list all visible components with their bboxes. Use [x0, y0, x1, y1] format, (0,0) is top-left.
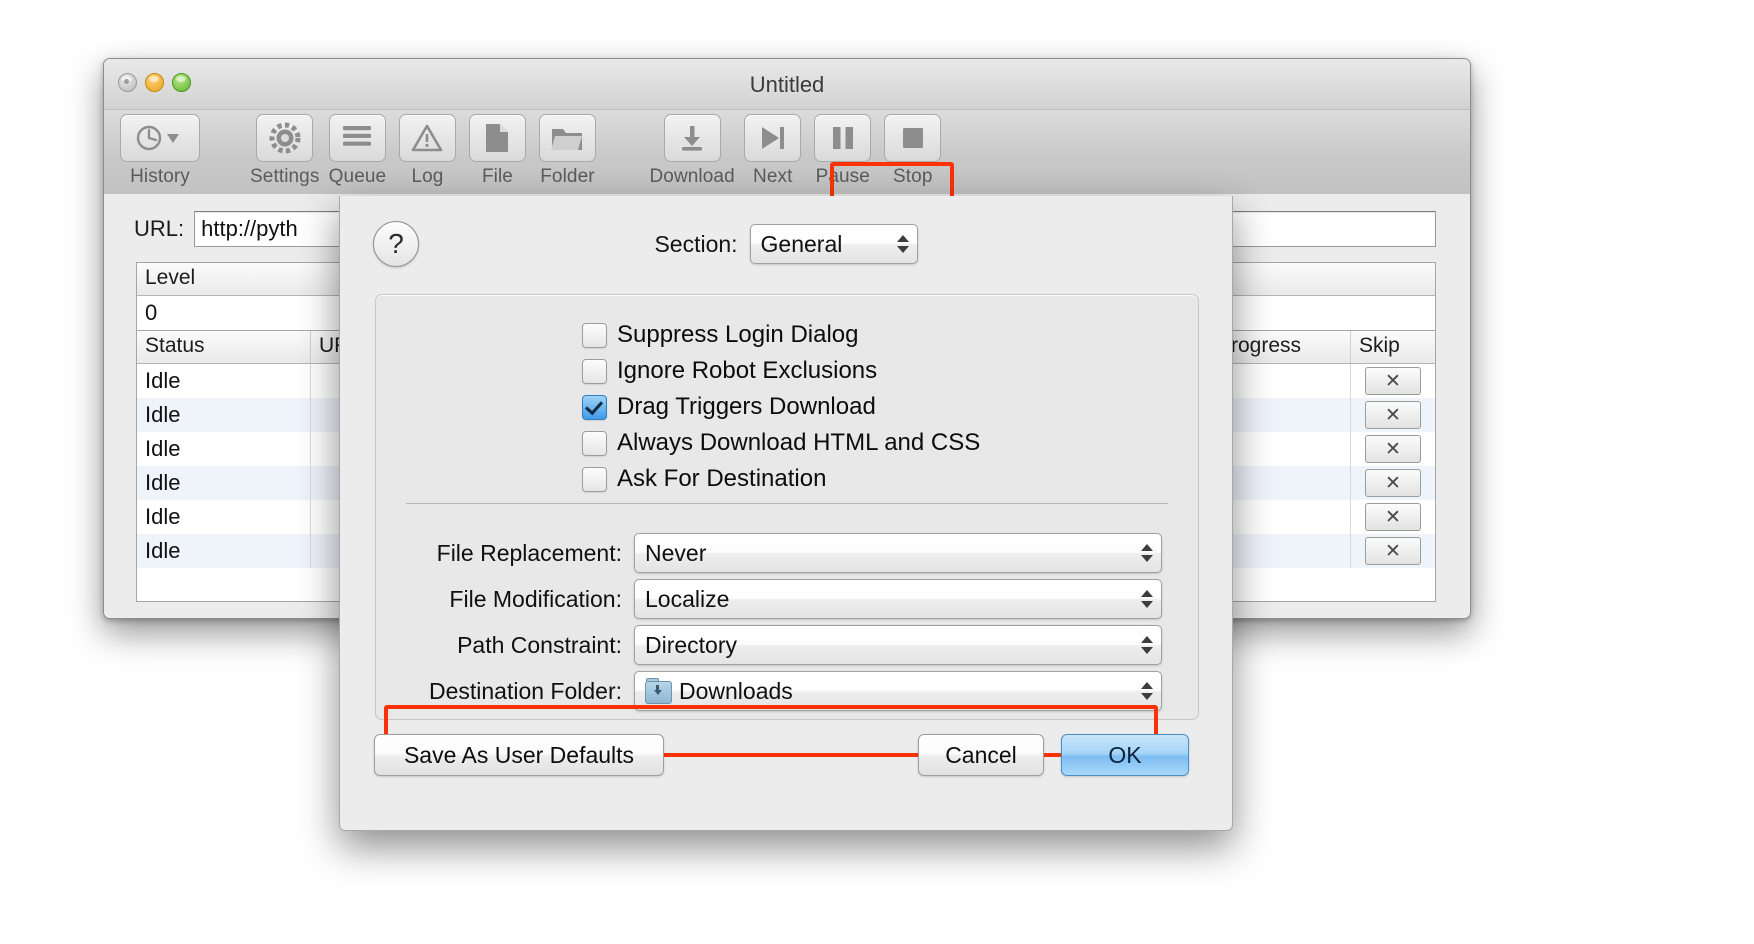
value-file-modification: Localize	[645, 585, 730, 612]
label-path-constraint: Path Constraint:	[457, 631, 622, 658]
toolbar-label-next: Next	[753, 166, 793, 187]
toolbar-item-download[interactable]: Download	[649, 110, 735, 188]
section-label: Section:	[654, 230, 738, 257]
url-label: URL:	[134, 216, 185, 241]
popup-file-replacement[interactable]: Never	[634, 533, 1162, 573]
checkbox-label-ask-for-destination: Ask For Destination	[617, 465, 827, 492]
toolbar-label-log: Log	[411, 166, 444, 187]
section-popup-value: General	[760, 230, 843, 257]
toolbar-label-file: File	[481, 166, 513, 187]
toolbar-label-history: History	[130, 166, 190, 187]
value-path-constraint: Directory	[645, 631, 738, 658]
toolbar-item-settings[interactable]: Settings	[250, 110, 319, 188]
column-header-level[interactable]: Level	[137, 263, 359, 295]
cell-status: Idle	[137, 534, 311, 568]
value-destination-folder: Downloads	[679, 677, 793, 704]
warning-triangle-icon[interactable]	[398, 114, 456, 162]
label-file-replacement: File Replacement:	[436, 539, 622, 566]
popup-file-modification[interactable]: Localize	[634, 579, 1162, 619]
chevron-updown-icon	[1141, 590, 1153, 608]
checkbox-row-suppress-login-dialog[interactable]: Suppress Login Dialog	[582, 317, 980, 353]
settings-group-box: Suppress Login Dialog Ignore Robot Exclu…	[375, 294, 1199, 757]
toolbar-item-pause[interactable]: Pause	[811, 110, 875, 188]
save-as-user-defaults-button[interactable]: Save As User Defaults	[374, 734, 664, 776]
chevron-updown-icon	[1141, 682, 1153, 700]
toolbar-label-download: Download	[649, 166, 735, 187]
field-row-destination-folder: Destination Folder: Downloads	[376, 671, 1198, 711]
history-clock-icon[interactable]	[120, 114, 200, 162]
skip-button[interactable]: ✕	[1365, 469, 1421, 497]
toolbar-label-queue: Queue	[328, 166, 387, 187]
ok-button[interactable]: OK	[1061, 734, 1189, 776]
checkbox-row-drag-triggers-download[interactable]: Drag Triggers Download	[582, 389, 980, 425]
toolbar-item-history[interactable]: History	[120, 110, 200, 188]
next-skip-icon[interactable]	[744, 114, 802, 162]
column-header-skip[interactable]: Skip	[1351, 331, 1435, 363]
stop-square-icon[interactable]	[884, 114, 942, 162]
skip-button[interactable]: ✕	[1365, 435, 1421, 463]
toolbar-label-stop: Stop	[893, 166, 933, 187]
checkbox-list: Suppress Login Dialog Ignore Robot Exclu…	[582, 317, 980, 497]
checkbox-label-ignore-robot-exclusions: Ignore Robot Exclusions	[617, 357, 878, 384]
cell-status: Idle	[137, 364, 311, 398]
cell-status: Idle	[137, 398, 311, 432]
sheet-header: ? Section: General	[340, 196, 1232, 288]
skip-button[interactable]: ✕	[1365, 503, 1421, 531]
column-header-status[interactable]: Status	[137, 331, 311, 363]
skip-button[interactable]: ✕	[1365, 537, 1421, 565]
list-lines-icon[interactable]	[328, 114, 386, 162]
checkbox-suppress-login-dialog[interactable]	[582, 322, 607, 348]
value-file-replacement: Never	[645, 539, 707, 566]
cell-status: Idle	[137, 432, 311, 466]
field-row-file-replacement: File Replacement: Never	[376, 533, 1198, 573]
pause-icon[interactable]	[814, 114, 872, 162]
toolbar-item-next[interactable]: Next	[741, 110, 805, 188]
cell-status: Idle	[137, 500, 311, 534]
checkbox-ask-for-destination[interactable]	[582, 466, 607, 492]
downloads-folder-icon	[645, 677, 672, 704]
document-icon[interactable]	[468, 114, 526, 162]
checkbox-row-always-download-html-and-css[interactable]: Always Download HTML and CSS	[582, 425, 980, 461]
download-arrow-icon[interactable]	[663, 114, 721, 162]
toolbar-item-stop[interactable]: Stop	[881, 110, 945, 188]
settings-sheet-dialog: ? Section: General Suppress Login Dialog…	[339, 196, 1233, 831]
cell-status: Idle	[137, 466, 311, 500]
toolbar-item-log[interactable]: Log	[395, 110, 459, 188]
toolbar-item-queue[interactable]: Queue	[325, 110, 389, 188]
toolbar-label-settings: Settings	[250, 166, 320, 187]
window-title: Untitled	[749, 72, 825, 97]
chevron-updown-icon	[1141, 544, 1153, 562]
section-row: Section: General	[340, 224, 1232, 264]
checkbox-label-drag-triggers-download: Drag Triggers Download	[617, 393, 876, 420]
field-row-file-modification: File Modification: Localize	[376, 579, 1198, 619]
cancel-button[interactable]: Cancel	[918, 734, 1044, 776]
checkbox-label-always-download-html-and-css: Always Download HTML and CSS	[617, 429, 981, 456]
checkbox-always-download-html-and-css[interactable]	[582, 430, 607, 456]
toolbar-item-folder[interactable]: Folder	[535, 110, 599, 188]
section-popup-button[interactable]: General	[749, 224, 918, 264]
checkbox-row-ignore-robot-exclusions[interactable]: Ignore Robot Exclusions	[582, 353, 980, 389]
toolbar: History Settings Queue Log File Folder D…	[104, 110, 1470, 195]
chevron-updown-icon	[1141, 636, 1153, 654]
field-row-path-constraint: Path Constraint: Directory	[376, 625, 1198, 665]
checkbox-row-ask-for-destination[interactable]: Ask For Destination	[582, 461, 980, 497]
chevron-updown-icon	[896, 235, 909, 253]
toolbar-label-pause: Pause	[815, 166, 870, 187]
skip-button[interactable]: ✕	[1365, 367, 1421, 395]
popup-path-constraint[interactable]: Directory	[634, 625, 1162, 665]
gear-icon[interactable]	[256, 114, 314, 162]
checkbox-label-suppress-login-dialog: Suppress Login Dialog	[617, 321, 859, 348]
cell-level-value: 0	[137, 296, 359, 330]
skip-button[interactable]: ✕	[1365, 401, 1421, 429]
folder-icon[interactable]	[538, 114, 596, 162]
checkbox-drag-triggers-download[interactable]	[582, 394, 607, 420]
label-destination-folder: Destination Folder:	[428, 677, 622, 704]
toolbar-item-file[interactable]: File	[465, 110, 529, 188]
toolbar-label-folder: Folder	[540, 166, 595, 187]
group-divider	[406, 503, 1168, 504]
popup-destination-folder[interactable]: Downloads	[634, 671, 1162, 711]
label-file-modification: File Modification:	[449, 585, 622, 612]
window-titlebar: Untitled	[104, 59, 1470, 110]
checkbox-ignore-robot-exclusions[interactable]	[582, 358, 607, 384]
